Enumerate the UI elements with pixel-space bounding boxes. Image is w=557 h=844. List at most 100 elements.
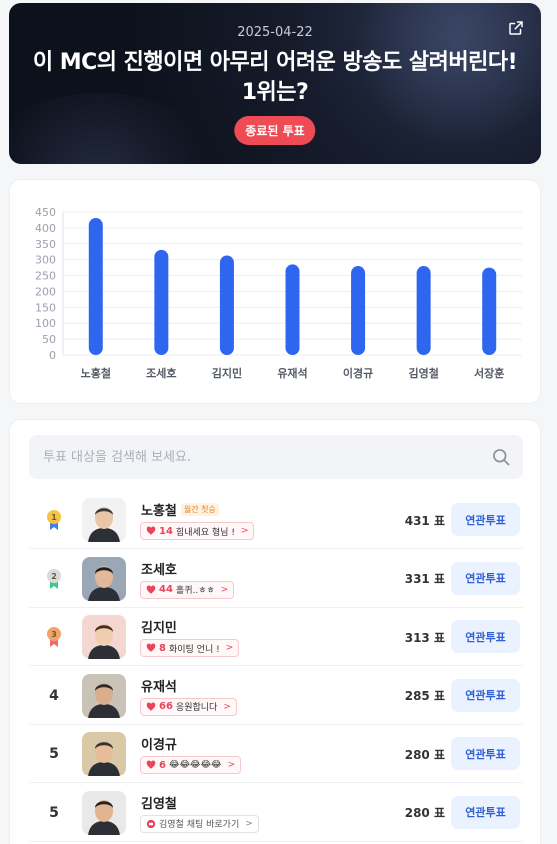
vote-bar-chart: 0 50 100 150 200 250 300 350 400 450 노홍철 조세호 김지민 유재석 이… <box>35 206 522 380</box>
chevron-right-icon: > <box>225 643 234 653</box>
candidate-name: 이경규 <box>141 738 177 753</box>
candidate-row: 5 이경규 6 😂😂😂😂😂 > 280 표 연관투표 <box>29 725 523 783</box>
avatar[interactable] <box>82 615 126 659</box>
search-bar <box>29 435 523 479</box>
cheer-count: 14 <box>159 525 173 537</box>
vote-date: 2025-04-22 <box>237 25 313 40</box>
name-line: 노홍철 월간 첫승 <box>141 500 219 519</box>
x-tick-label: 서장훈 <box>474 366 504 380</box>
related-vote-button[interactable]: 연관투표 <box>451 503 520 536</box>
bar <box>154 249 169 355</box>
cheer-comment[interactable]: 8 화이팅 언니 ! > <box>140 639 240 657</box>
cheer-comment[interactable]: 14 힘내세요 형님 ! > <box>140 522 255 540</box>
related-vote-button[interactable]: 연관투표 <box>451 678 520 712</box>
heart-icon <box>146 526 156 535</box>
name-line: 조세호 <box>141 559 177 578</box>
status-badge: 종료된 투표 <box>234 116 316 145</box>
heart-icon <box>146 585 156 594</box>
cheer-text: 힘내세요 형님 ! <box>175 527 235 538</box>
chat-icon <box>146 819 156 828</box>
x-tick-label: 조세호 <box>146 366 176 380</box>
x-tick-label: 김지민 <box>212 366 242 380</box>
cheer-comment[interactable]: 66 응원합니다 > <box>140 697 237 716</box>
bar <box>285 264 300 355</box>
y-tick-label: 150 <box>35 301 56 314</box>
chevron-right-icon: > <box>223 701 231 712</box>
avatar[interactable] <box>82 556 126 601</box>
medal-rank: 3 <box>51 630 57 639</box>
bar <box>351 266 366 355</box>
related-vote-button[interactable]: 연관투표 <box>451 561 520 595</box>
candidate-row: 3 김지민 8 화이팅 언니 ! > 313 표 연관투표 <box>29 608 523 666</box>
medal-icon: 2 <box>47 568 61 589</box>
cheer-count: 6 <box>159 759 166 771</box>
candidate-name: 유재석 <box>141 679 177 695</box>
candidate-name: 노홍철 <box>141 504 177 519</box>
cheer-comment[interactable]: 44 홀퀴..ㅎㅎ > <box>140 580 235 599</box>
vote-count: 331 표 <box>404 572 445 586</box>
rank-cell: 4 <box>39 667 69 725</box>
medal-rank: 1 <box>51 513 57 522</box>
candidate-name: 조세호 <box>141 562 177 578</box>
cheer-text: 홀퀴..ㅎㅎ <box>175 586 215 596</box>
name-line: 이경규 <box>141 734 177 753</box>
avatar-photo <box>82 673 126 718</box>
related-vote-button[interactable]: 연관투표 <box>451 620 520 653</box>
cheer-text: 화이팅 언니 ! <box>168 644 220 655</box>
x-tick-label: 유재석 <box>277 366 307 380</box>
vote-count: 431 표 <box>404 513 445 528</box>
achievement-badge: 월간 첫승 <box>180 503 219 516</box>
cheer-count: 66 <box>159 701 173 712</box>
share-icon[interactable] <box>507 19 525 37</box>
y-tick-label: 50 <box>42 333 56 346</box>
search-icon[interactable] <box>491 447 511 467</box>
x-tick-label: 김영철 <box>408 366 438 380</box>
cheer-comment[interactable]: 6 😂😂😂😂😂 > <box>140 756 242 774</box>
heart-icon <box>146 760 156 769</box>
x-tick-label: 노홍철 <box>81 366 111 380</box>
cheer-text: 😂😂😂😂😂 <box>168 760 222 770</box>
candidate-row: 5 김영철 김영철 채팅 바로가기 > 280 표 연관투표 <box>29 784 523 842</box>
candidate-row: 1 노홍철 월간 첫승 14 힘내세요 형님 ! > 431 표 연관투표 <box>29 491 523 549</box>
avatar-photo <box>82 790 126 835</box>
cheer-text: 김영철 채팅 바로가기 <box>159 820 240 830</box>
avatar-photo <box>82 615 126 659</box>
rank-number: 5 <box>49 746 59 762</box>
name-line: 김영철 <box>141 793 177 812</box>
chevron-right-icon: > <box>227 760 236 770</box>
name-line: 유재석 <box>141 676 177 695</box>
medal-icon: 1 <box>47 510 61 530</box>
rank-cell: 1 <box>39 491 69 549</box>
rank-cell: 5 <box>39 784 69 842</box>
rank-cell: 3 <box>39 608 69 666</box>
vote-title: 이 MC의 진행이면 아무리 어려운 방송도 살려버린다! 1위는? <box>32 50 518 105</box>
related-vote-button[interactable]: 연관투표 <box>451 795 520 829</box>
avatar-photo <box>82 498 126 542</box>
y-tick-label: 400 <box>35 222 56 235</box>
avatar[interactable] <box>82 673 126 718</box>
avatar[interactable] <box>82 498 126 542</box>
y-tick-label: 250 <box>35 270 56 283</box>
avatar[interactable] <box>82 732 126 776</box>
candidate-name: 김영철 <box>141 796 177 812</box>
rank-number: 5 <box>49 804 59 821</box>
chevron-right-icon: > <box>220 584 229 595</box>
y-tick-label: 200 <box>35 285 56 298</box>
bar <box>219 255 234 355</box>
x-tick-label: 이경규 <box>343 366 373 380</box>
candidate-row: 4 유재석 66 응원합니다 > 285 표 연관투표 <box>29 667 523 725</box>
chevron-right-icon: > <box>245 818 253 829</box>
heart-icon <box>146 702 156 711</box>
name-line: 김지민 <box>141 617 177 636</box>
cheer-count: 8 <box>159 642 166 654</box>
related-vote-button[interactable]: 연관투표 <box>451 737 520 770</box>
vote-count: 285 표 <box>404 689 445 703</box>
cheer-text: 응원합니다 <box>175 703 218 713</box>
chat-link[interactable]: 김영철 채팅 바로가기 > <box>140 814 259 833</box>
bar <box>88 218 103 355</box>
vote-hero-banner: 2025-04-22 이 MC의 진행이면 아무리 어려운 방송도 살려버린다!… <box>9 3 541 164</box>
avatar[interactable] <box>82 790 126 835</box>
search-input[interactable] <box>29 435 469 479</box>
medal-icon: 3 <box>47 627 61 647</box>
candidate-list-card: 1 노홍철 월간 첫승 14 힘내세요 형님 ! > 431 표 연관투표 <box>9 419 541 844</box>
